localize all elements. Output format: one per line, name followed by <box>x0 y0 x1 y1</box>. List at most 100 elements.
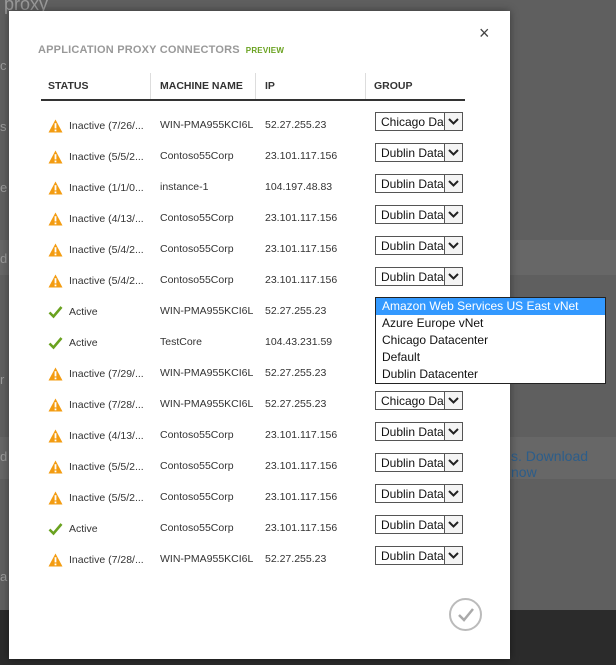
ip-cell: 104.197.48.83 <box>265 181 333 193</box>
status-text: Inactive (5/5/2... <box>69 492 144 504</box>
chevron-down-icon[interactable] <box>444 206 462 223</box>
status-cell: Inactive (7/26/... <box>48 119 144 133</box>
status-text: Inactive (7/28/... <box>69 554 144 566</box>
column-divider <box>365 73 366 99</box>
chevron-down-icon[interactable] <box>444 113 462 130</box>
chevron-down-icon[interactable] <box>444 454 462 471</box>
group-select[interactable]: Dublin Datacenter <box>375 422 463 441</box>
group-select[interactable]: Chicago Datacenter <box>375 391 463 410</box>
ok-button[interactable] <box>449 598 482 631</box>
column-header-status[interactable]: STATUS <box>48 73 88 99</box>
machine-name-cell: Contoso55Corp <box>160 522 234 534</box>
status-cell: Inactive (5/4/2... <box>48 243 144 257</box>
machine-name-cell: WIN-PMA955KCI6L <box>160 305 254 317</box>
status-text: Inactive (7/28/... <box>69 399 144 411</box>
background-letter: r <box>0 372 5 387</box>
warning-icon <box>48 398 63 412</box>
group-select-value: Dublin Datacenter <box>381 549 445 563</box>
download-link[interactable]: s. Download now <box>511 448 616 480</box>
chevron-down-icon[interactable] <box>444 144 462 161</box>
warning-icon <box>48 553 63 567</box>
table-row[interactable]: Inactive (7/28/... WIN-PMA955KCI6L 52.27.2… <box>9 389 510 420</box>
group-select[interactable]: Chicago Datacenter <box>375 112 463 131</box>
machine-name-cell: Contoso55Corp <box>160 150 234 162</box>
ip-cell: 23.101.117.156 <box>265 274 338 286</box>
table-row[interactable]: Inactive (7/28/... WIN-PMA955KCI6L 52.27.2… <box>9 544 510 575</box>
group-select[interactable]: Dublin Datacenter <box>375 546 463 565</box>
table-row[interactable]: Inactive (5/5/2... Contoso55Corp 23.101.11… <box>9 451 510 482</box>
status-cell: Inactive (7/28/... <box>48 553 144 567</box>
chevron-down-icon[interactable] <box>444 237 462 254</box>
group-select-value: Dublin Datacenter <box>381 177 445 191</box>
machine-name-cell: instance-1 <box>160 181 209 193</box>
group-select[interactable]: Dublin Datacenter <box>375 143 463 162</box>
column-divider <box>255 73 256 99</box>
column-header-group[interactable]: GROUP <box>374 73 413 99</box>
chevron-down-icon[interactable] <box>444 175 462 192</box>
status-cell: Inactive (5/5/2... <box>48 491 144 505</box>
status-text: Inactive (5/5/2... <box>69 151 144 163</box>
chevron-down-icon[interactable] <box>444 516 462 533</box>
group-select[interactable]: Dublin Datacenter <box>375 453 463 472</box>
group-select[interactable]: Dublin Datacenter <box>375 236 463 255</box>
status-cell: Inactive (4/13/... <box>48 212 144 226</box>
warning-icon <box>48 429 63 443</box>
chevron-down-icon[interactable] <box>444 547 462 564</box>
group-select-value: Dublin Datacenter <box>381 270 445 284</box>
dropdown-option[interactable]: Default <box>376 349 605 366</box>
status-text: Inactive (7/29/... <box>69 368 144 380</box>
group-select-value: Dublin Datacenter <box>381 487 445 501</box>
ip-cell: 23.101.117.156 <box>265 460 338 472</box>
warning-icon <box>48 491 63 505</box>
machine-name-cell: WIN-PMA955KCI6L <box>160 367 254 379</box>
table-row[interactable]: Inactive (4/13/... Contoso55Corp 23.101.11… <box>9 420 510 451</box>
background-letter: s <box>0 119 7 134</box>
machine-name-cell: Contoso55Corp <box>160 429 234 441</box>
background-letter: a <box>0 569 8 584</box>
group-select[interactable]: Dublin Datacenter <box>375 267 463 286</box>
dropdown-option[interactable]: Chicago Datacenter <box>376 332 605 349</box>
group-select-value: Dublin Datacenter <box>381 518 445 532</box>
warning-icon <box>48 274 63 288</box>
group-select-value: Chicago Datacenter <box>381 115 445 129</box>
chevron-down-icon[interactable] <box>444 392 462 409</box>
column-header-ip[interactable]: IP <box>265 73 275 99</box>
group-select-value: Dublin Datacenter <box>381 208 445 222</box>
table-row[interactable]: Inactive (5/5/2... Contoso55Corp 23.101.11… <box>9 141 510 172</box>
group-select-value: Dublin Datacenter <box>381 239 445 253</box>
warning-icon <box>48 460 63 474</box>
status-text: Active <box>69 523 98 535</box>
column-header-machine[interactable]: MACHINE NAME <box>160 73 243 99</box>
chevron-down-icon[interactable] <box>444 423 462 440</box>
close-icon[interactable]: × <box>479 24 490 42</box>
table-row[interactable]: Inactive (1/1/0... instance-1 104.197.48.8… <box>9 172 510 203</box>
status-text: Inactive (5/4/2... <box>69 244 144 256</box>
table-row[interactable]: Inactive (4/13/... Contoso55Corp 23.101.11… <box>9 203 510 234</box>
table-row[interactable]: Inactive (5/4/2... Contoso55Corp 23.101.11… <box>9 265 510 296</box>
table-row[interactable]: Inactive (5/5/2... Contoso55Corp 23.101.11… <box>9 482 510 513</box>
connectors-dialog: × APPLICATION PROXY CONNECTORS PREVIEW ST… <box>9 11 606 659</box>
table-row[interactable]: Inactive (7/26/... WIN-PMA955KCI6L 52.27.2… <box>9 110 510 141</box>
chevron-down-icon[interactable] <box>444 485 462 502</box>
background-letter: c <box>0 58 7 73</box>
group-dropdown-list[interactable]: Amazon Web Services US East vNet Azure E… <box>375 297 606 384</box>
column-divider <box>150 73 151 99</box>
table-row[interactable]: Inactive (5/4/2... Contoso55Corp 23.101.11… <box>9 234 510 265</box>
group-select[interactable]: Dublin Datacenter <box>375 484 463 503</box>
dropdown-option[interactable]: Amazon Web Services US East vNet <box>376 298 605 315</box>
warning-icon <box>48 119 63 133</box>
status-cell: Inactive (1/1/0... <box>48 181 144 195</box>
header-underline <box>41 99 465 101</box>
group-select[interactable]: Dublin Datacenter <box>375 174 463 193</box>
group-select[interactable]: Dublin Datacenter <box>375 205 463 224</box>
dropdown-option[interactable]: Azure Europe vNet <box>376 315 605 332</box>
dropdown-option[interactable]: Dublin Datacenter <box>376 366 605 383</box>
group-select-value: Dublin Datacenter <box>381 425 445 439</box>
machine-name-cell: Contoso55Corp <box>160 212 234 224</box>
table-row[interactable]: Active Contoso55Corp 23.101.117.156 Dublin … <box>9 513 510 544</box>
warning-icon <box>48 150 63 164</box>
machine-name-cell: TestCore <box>160 336 203 348</box>
chevron-down-icon[interactable] <box>444 268 462 285</box>
ip-cell: 23.101.117.156 <box>265 522 338 534</box>
group-select[interactable]: Dublin Datacenter <box>375 515 463 534</box>
